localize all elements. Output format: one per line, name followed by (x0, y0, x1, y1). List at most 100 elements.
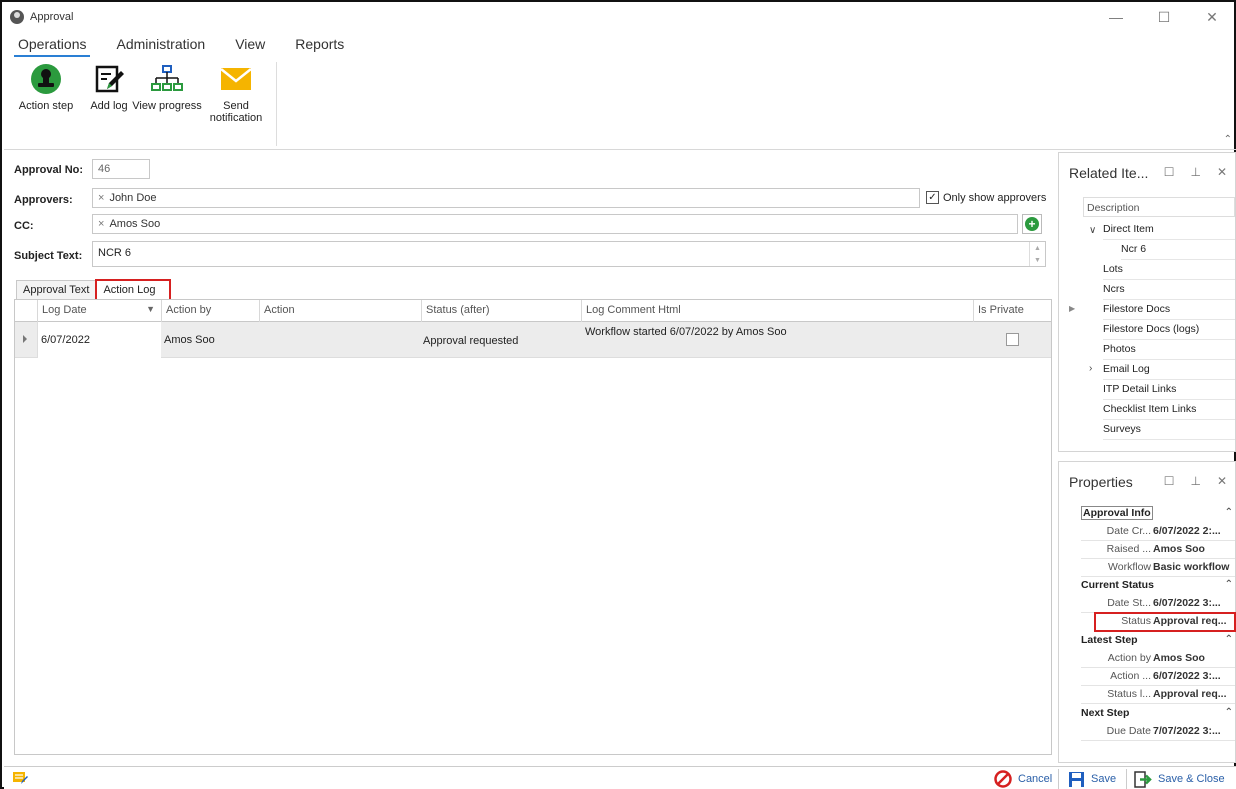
property-due-date[interactable]: Due Date 7/07/2022 3:... (1081, 723, 1235, 741)
chevron-up-icon[interactable]: ⌃ (1225, 707, 1233, 718)
tree-item-checklist-item-links[interactable]: Checklist Item Links (1103, 400, 1235, 420)
chevron-up-icon[interactable]: ⌃ (1225, 507, 1233, 518)
tab-approval-text[interactable]: Approval Text (16, 280, 97, 300)
view-progress-button[interactable]: View progress (132, 62, 202, 112)
property-value: Approval req... (1153, 615, 1227, 627)
tree-item-direct-item[interactable]: Direct Item (1103, 220, 1235, 240)
table-row[interactable]: 6/07/2022 Amos Soo Approval requested Wo… (15, 322, 1051, 358)
scroll-down-icon[interactable]: ▼ (1034, 257, 1041, 264)
maximize-panel-icon[interactable]: ☐ (1164, 165, 1175, 179)
tab-reports[interactable]: Reports (291, 34, 348, 57)
category-current-status[interactable]: Current Status ⌃ (1081, 577, 1235, 595)
property-date-status[interactable]: Date St... 6/07/2022 3:... (1081, 595, 1235, 613)
category-latest-step[interactable]: Latest Step ⌃ (1081, 632, 1235, 650)
only-show-approvers-checkbox[interactable]: ✓ Only show approvers (926, 191, 1046, 204)
property-status[interactable]: Status Approval req... (1094, 612, 1236, 632)
separator (1058, 769, 1059, 789)
approver-token[interactable]: × John Doe (98, 192, 157, 204)
tab-action-log[interactable]: Action Log (95, 279, 172, 301)
chevron-down-icon[interactable]: ∨ (1089, 225, 1096, 236)
column-status-after[interactable]: Status (after) (421, 300, 581, 322)
ribbon-collapse-icon[interactable]: ⌃ (1224, 134, 1232, 145)
column-action[interactable]: Action (259, 300, 421, 322)
tree-item-filestore-docs-logs[interactable]: Filestore Docs (logs) (1103, 320, 1235, 340)
remove-token-icon[interactable]: × (98, 192, 104, 204)
tab-operations[interactable]: Operations (14, 34, 91, 57)
add-cc-button[interactable]: + (1022, 214, 1042, 234)
pin-icon[interactable]: ⊥ (1190, 165, 1200, 179)
notes-icon[interactable] (12, 771, 28, 788)
approval-no-field[interactable]: 46 (92, 159, 150, 179)
column-is-private[interactable]: Is Private (973, 300, 1051, 322)
property-workflow[interactable]: Workflow Basic workflow (1081, 559, 1235, 577)
cc-field[interactable]: × Amos Soo (92, 214, 1018, 234)
detail-tabs: Approval Text Action Log (16, 279, 172, 301)
add-log-button[interactable]: Add log (88, 62, 130, 112)
property-date-created[interactable]: Date Cr... 6/07/2022 2:... (1081, 523, 1235, 541)
property-name: Status l... (1107, 688, 1151, 700)
approval-window: Approval — ☐ ✕ Operations Administration… (0, 0, 1236, 789)
tab-administration[interactable]: Administration (112, 34, 209, 57)
approvers-field[interactable]: × John Doe (92, 188, 920, 208)
chevron-up-icon[interactable]: ⌃ (1225, 634, 1233, 645)
subject-field[interactable]: NCR 6 ▲ ▼ (92, 241, 1046, 267)
property-name: Action ... (1110, 670, 1151, 682)
remove-token-icon[interactable]: × (98, 218, 104, 230)
property-name: Raised ... (1106, 543, 1151, 555)
tree-item-itp-detail-links[interactable]: ITP Detail Links (1103, 380, 1235, 400)
pin-icon[interactable]: ⊥ (1190, 474, 1200, 488)
tab-view[interactable]: View (231, 34, 269, 57)
envelope-icon (218, 62, 254, 96)
tree-item-lots[interactable]: Lots (1103, 260, 1235, 280)
tree-item-email-log[interactable]: Email Log (1103, 360, 1235, 380)
cancel-button[interactable]: Cancel (994, 770, 1052, 788)
close-panel-icon[interactable]: ✕ (1217, 474, 1227, 488)
property-name: Status (1121, 615, 1151, 627)
property-action-by[interactable]: Action by Amos Soo (1081, 650, 1235, 668)
tree-item-filestore-docs[interactable]: Filestore Docs (1103, 300, 1235, 320)
close-panel-icon[interactable]: ✕ (1217, 165, 1227, 179)
approval-form: Approval No: 46 Approvers: × John Doe ✓ O… (4, 152, 1056, 764)
tree-item-ncr-6[interactable]: Ncr 6 (1121, 240, 1235, 260)
category-approval-info[interactable]: Approval Info ⌃ (1081, 505, 1235, 523)
subject-label: Subject Text: (14, 250, 83, 262)
property-status-latest[interactable]: Status l... Approval req... (1081, 686, 1235, 704)
window-title: Approval (30, 11, 74, 23)
property-raised-by[interactable]: Raised ... Amos Soo (1081, 541, 1235, 559)
subject-scroll[interactable]: ▲ ▼ (1029, 242, 1045, 266)
sort-down-icon[interactable]: ▼ (146, 304, 155, 314)
maximize-icon[interactable]: ☐ (1140, 4, 1188, 30)
close-icon[interactable]: ✕ (1188, 4, 1236, 30)
category-next-step[interactable]: Next Step ⌃ (1081, 705, 1235, 723)
cancel-label: Cancel (1018, 773, 1053, 785)
grid-header: Log Date ▼ Action by Action Status (afte… (15, 300, 1051, 322)
action-step-button[interactable]: Action step (18, 62, 74, 112)
category-next-step-label: Next Step (1081, 707, 1130, 719)
maximize-panel-icon[interactable]: ☐ (1164, 474, 1175, 488)
column-log-comment[interactable]: Log Comment Html (581, 300, 973, 322)
property-value: 6/07/2022 3:... (1153, 597, 1221, 609)
is-private-checkbox[interactable] (1006, 333, 1019, 346)
property-value: 6/07/2022 3:... (1153, 670, 1221, 682)
minimize-icon[interactable]: — (1092, 4, 1140, 30)
chevron-up-icon[interactable]: ⌃ (1225, 579, 1233, 590)
row-expand-icon[interactable] (23, 335, 27, 343)
property-value: Approval req... (1153, 688, 1227, 700)
chevron-right-icon[interactable]: › (1089, 363, 1092, 374)
tree-item-surveys[interactable]: Surveys (1103, 420, 1235, 440)
cc-token[interactable]: × Amos Soo (98, 218, 160, 230)
save-close-button[interactable]: Save & Close (1134, 770, 1225, 788)
scroll-up-icon[interactable]: ▲ (1034, 245, 1041, 252)
send-notification-button[interactable]: Send notification (208, 62, 264, 124)
category-current-status-label: Current Status (1081, 579, 1154, 591)
column-log-date[interactable]: Log Date ▼ (37, 300, 161, 322)
save-button[interactable]: Save (1068, 770, 1116, 788)
property-action-date[interactable]: Action ... 6/07/2022 3:... (1081, 668, 1235, 686)
save-label: Save (1091, 773, 1117, 785)
column-action-by[interactable]: Action by (161, 300, 259, 322)
tree-item-photos[interactable]: Photos (1103, 340, 1235, 360)
cc-label: CC: (14, 220, 34, 232)
cancel-icon (994, 770, 1012, 788)
tree-item-ncrs[interactable]: Ncrs (1103, 280, 1235, 300)
ribbon-tabs: Operations Administration View Reports (14, 34, 370, 57)
